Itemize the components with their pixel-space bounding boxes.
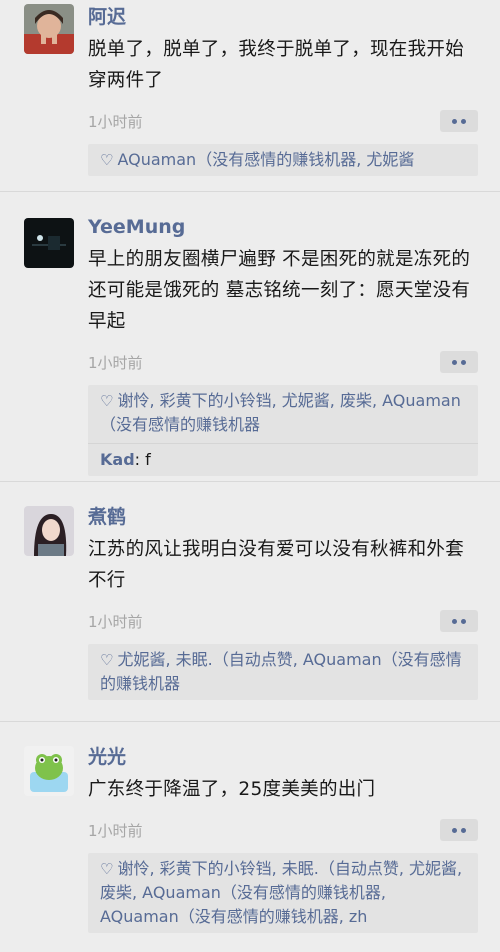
- more-actions-button[interactable]: [440, 110, 478, 132]
- comment[interactable]: Kad: f: [88, 443, 478, 472]
- heart-icon: ♡: [100, 151, 114, 169]
- avatar[interactable]: [24, 506, 74, 556]
- post-time: 1小时前: [88, 821, 143, 840]
- post-text: 早上的朋友圈横尸遍野 不是困死的就是冻死的还可能是饿死的 墓志铭统一刻了：愿天堂…: [88, 249, 471, 332]
- post-time: 1小时前: [88, 353, 143, 372]
- likes-list[interactable]: 谢怜, 彩黄下的小铃铛, 尤妮酱, 废柴, AQuaman（没有感情的赚钱机器: [100, 391, 461, 434]
- post-text: 脱单了，脱单了，我终于脱单了，现在我开始穿两件了: [88, 39, 465, 91]
- avatar[interactable]: [24, 746, 74, 796]
- post-author[interactable]: 光光: [88, 740, 478, 774]
- avatar[interactable]: [24, 218, 74, 268]
- comment-text: : f: [134, 450, 151, 469]
- likes-box: ♡ 谢怜, 彩黄下的小铃铛, 未眠.（自动点赞, 尤妮酱, 废柴, AQuaman…: [88, 853, 478, 933]
- post-author[interactable]: 煮鹤: [88, 500, 478, 534]
- post-time: 1小时前: [88, 112, 143, 131]
- heart-icon: ♡: [100, 392, 114, 410]
- likes-list[interactable]: 谢怜, 彩黄下的小铃铛, 未眠.（自动点赞, 尤妮酱, 废柴, AQuaman（…: [100, 859, 467, 926]
- post-text: 广东终于降温了，25度美美的出门: [88, 779, 376, 800]
- moments-feed: 阿迟 脱单了，脱单了，我终于脱单了，现在我开始穿两件了 1小时前 ♡ AQuama…: [0, 0, 500, 952]
- moment-post: 阿迟 脱单了，脱单了，我终于脱单了，现在我开始穿两件了 1小时前 ♡ AQuama…: [0, 0, 500, 192]
- comment-author[interactable]: Kad: [100, 450, 135, 469]
- moment-post: 光光 广东终于降温了，25度美美的出门 1小时前 ♡ 谢怜, 彩黄下的小铃铛, 未…: [0, 722, 500, 952]
- likes-box: ♡ 尤妮酱, 未眠.（自动点赞, AQuaman（没有感情的赚钱机器: [88, 644, 478, 700]
- heart-icon: ♡: [100, 860, 114, 878]
- post-author[interactable]: YeeMung: [88, 210, 478, 244]
- heart-icon: ♡: [100, 651, 114, 669]
- moment-post: 煮鹤 江苏的风让我明白没有爱可以没有秋裤和外套不行 1小时前 ♡ 尤妮酱, 未眠.…: [0, 482, 500, 722]
- more-actions-button[interactable]: [440, 610, 478, 632]
- likes-box: ♡ 谢怜, 彩黄下的小铃铛, 尤妮酱, 废柴, AQuaman（没有感情的赚钱机器…: [88, 385, 478, 476]
- more-actions-button[interactable]: [440, 351, 478, 373]
- likes-list[interactable]: 尤妮酱, 未眠.（自动点赞, AQuaman（没有感情的赚钱机器: [100, 650, 462, 693]
- more-actions-button[interactable]: [440, 819, 478, 841]
- post-time: 1小时前: [88, 612, 143, 631]
- post-author[interactable]: 阿迟: [88, 0, 478, 34]
- likes-list[interactable]: AQuaman（没有感情的赚钱机器, 尤妮酱: [117, 150, 414, 169]
- likes-box: ♡ AQuaman（没有感情的赚钱机器, 尤妮酱: [88, 144, 478, 176]
- moment-post: YeeMung 早上的朋友圈横尸遍野 不是困死的就是冻死的还可能是饿死的 墓志铭…: [0, 192, 500, 482]
- post-text: 江苏的风让我明白没有爱可以没有秋裤和外套不行: [88, 539, 465, 591]
- avatar[interactable]: [24, 4, 74, 54]
